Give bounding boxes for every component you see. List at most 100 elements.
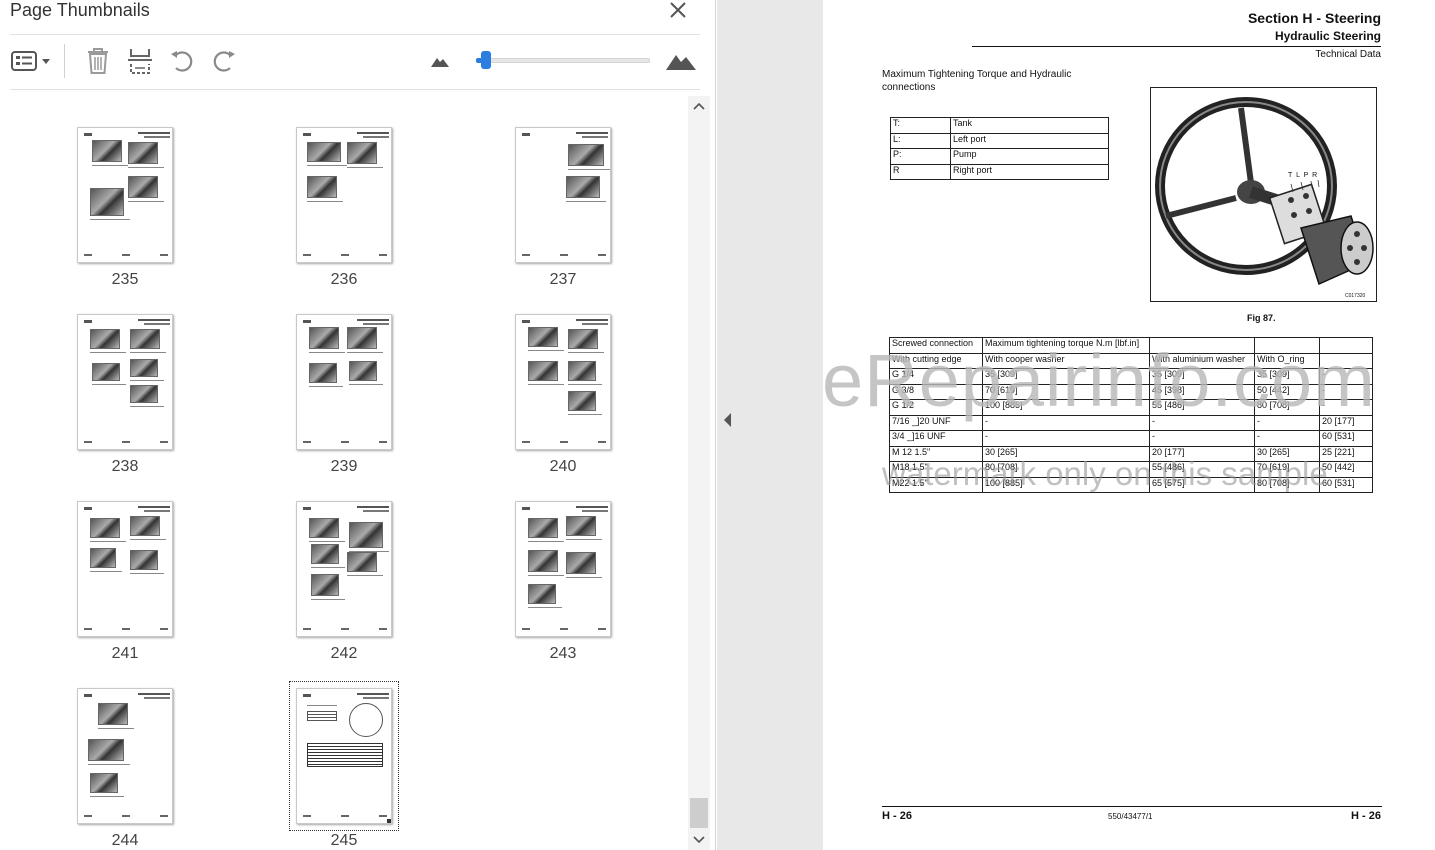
thumbnail-page[interactable] (77, 127, 173, 263)
torque-cell: 3/4 _]16 UNF (889, 430, 983, 447)
mini-text-line (307, 165, 347, 166)
mini-image (349, 522, 383, 548)
scroll-up-button[interactable] (688, 96, 710, 116)
header-rule (972, 46, 1381, 47)
zoom-in-mountain-icon (666, 55, 696, 70)
thumbnail-page[interactable] (515, 127, 611, 263)
scrollbar-thumb[interactable] (690, 798, 708, 828)
thumbnail-page[interactable] (296, 127, 392, 263)
rotate-counterclockwise-button[interactable] (166, 44, 198, 78)
mini-image (568, 391, 596, 411)
mini-text-line (90, 796, 124, 797)
steering-unit-figure: T L P R C017320 (1150, 87, 1377, 302)
footer-left-page: H - 26 (882, 810, 912, 822)
mini-text-line (130, 573, 164, 574)
mini-text-line (528, 384, 564, 385)
thumbnail-page[interactable] (296, 314, 392, 450)
mini-text-line (311, 599, 345, 600)
panel-splitter[interactable] (717, 0, 739, 850)
chevron-down-icon (693, 836, 705, 844)
rotate-clockwise-button[interactable] (208, 44, 240, 78)
mini-text-line (88, 764, 130, 765)
section-title: Section H - Steering (1247, 10, 1381, 26)
mini-image (309, 518, 339, 538)
torque-row: 3/4 _]16 UNF - - -60 [531] (889, 430, 1373, 447)
thumbnail-page-number: 236 (330, 271, 358, 288)
mini-text-line (90, 219, 130, 220)
mini-image (568, 144, 604, 166)
mini-image (309, 363, 337, 383)
thumbnail-page-number: 239 (330, 458, 358, 475)
mini-text-line (349, 384, 383, 385)
thumbnail-page-number: 238 (111, 458, 139, 475)
mini-header (138, 319, 170, 321)
thumbnail-page[interactable] (77, 314, 173, 450)
mini-header (363, 510, 389, 512)
mini-logo (84, 320, 92, 323)
legend-row: P: Pump (890, 148, 1109, 165)
print-pages-icon (128, 49, 152, 74)
legend-row: T: Tank (890, 117, 1109, 134)
mini-text-line (528, 575, 564, 576)
mini-header (582, 323, 608, 325)
mini-text-line (347, 575, 383, 576)
close-icon (670, 2, 686, 18)
mini-footer (303, 254, 387, 256)
mini-text-line (92, 384, 126, 385)
mini-image (90, 773, 118, 793)
thumbnail-label-cut: 233 (293, 90, 393, 95)
page-heading-line2: connections (882, 82, 936, 93)
thumbnail-scrollbar[interactable] (688, 96, 710, 850)
mini-text-line (130, 406, 164, 407)
legend-key: L: (890, 132, 951, 149)
mini-text-line (128, 167, 164, 168)
mini-footer (84, 628, 168, 630)
mini-header (582, 510, 608, 512)
zoom-in-button[interactable] (664, 44, 698, 78)
subsection-title: Hydraulic Steering (1274, 29, 1381, 43)
mini-header (357, 319, 389, 321)
slider-thumb[interactable] (481, 51, 492, 69)
mini-image (90, 548, 116, 568)
mini-image (88, 739, 124, 761)
zoom-out-mountain-icon (431, 58, 449, 67)
thumbnail-label-cut: 232 (74, 90, 174, 95)
options-menu-button[interactable] (10, 44, 54, 78)
mini-logo (84, 694, 92, 697)
mini-image (90, 329, 120, 349)
mini-image (309, 327, 339, 349)
mini-text-line (568, 169, 610, 170)
print-pages-button[interactable] (124, 44, 156, 78)
mini-image (90, 188, 124, 216)
mini-header (144, 697, 170, 699)
mini-text-line (90, 571, 122, 572)
legend-key: T: (890, 117, 951, 134)
thumbnail-page[interactable] (515, 501, 611, 637)
page-thumbnails-panel: Page Thumbnails 235 236 237 238 239 240 … (0, 0, 716, 850)
legend-row: R Right port (890, 163, 1109, 180)
mini-footer (303, 441, 387, 443)
figure-caption: Fig 87. (1247, 313, 1276, 323)
thumbnail-page[interactable] (296, 501, 392, 637)
mini-header (138, 132, 170, 134)
page-heading-line1: Maximum Tightening Torque and Hydraulic (882, 69, 1072, 80)
thumbnail-grid: 232 233 234 235 236 237 238 239 240 241 242 243 2… (0, 90, 688, 850)
thumbnail-page[interactable] (515, 314, 611, 450)
mini-image (349, 361, 377, 381)
mini-text-line (309, 386, 343, 387)
thumbnail-zoom-slider[interactable] (476, 51, 650, 69)
mini-text-line (130, 539, 166, 540)
delete-page-button[interactable] (82, 44, 114, 78)
zoom-out-button[interactable] (428, 44, 452, 78)
footer-doc-number: 550/43477/1 (1108, 812, 1153, 821)
mini-text-line (347, 167, 383, 168)
mini-image (90, 518, 120, 538)
collapse-panel-arrow-icon[interactable] (723, 412, 733, 428)
thumbnail-page[interactable] (77, 501, 173, 637)
thumbnail-page-number: 237 (549, 271, 577, 288)
mini-text-line (566, 539, 602, 540)
mini-text-line (90, 352, 126, 353)
thumbnail-page[interactable] (77, 688, 173, 824)
scroll-down-button[interactable] (688, 830, 710, 850)
close-panel-button[interactable] (668, 0, 694, 20)
